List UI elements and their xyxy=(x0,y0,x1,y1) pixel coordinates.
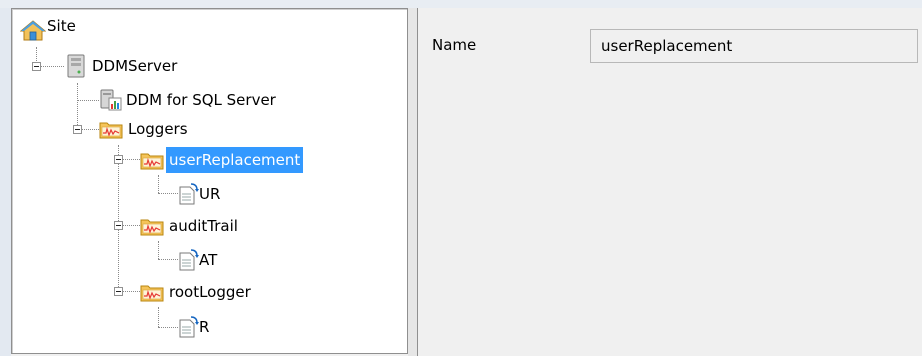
tree-connector xyxy=(158,259,178,260)
collapse-toggle-userreplacement[interactable] xyxy=(114,155,123,164)
panel-splitter[interactable] xyxy=(408,8,417,356)
tree-connector xyxy=(122,159,140,160)
properties-panel: Name xyxy=(417,8,922,356)
name-field[interactable] xyxy=(590,29,918,63)
logger-folder-icon xyxy=(140,153,164,170)
server-icon xyxy=(67,54,85,78)
collapse-toggle-audittrail[interactable] xyxy=(114,221,123,230)
tree-node-label-selected: userReplacement xyxy=(166,147,304,173)
tree-connector xyxy=(158,175,159,193)
tree-connector xyxy=(77,100,99,101)
tree-panel[interactable]: Site DDMServer DDM for SQL Server Logger… xyxy=(11,8,408,354)
tree-node-label: Site xyxy=(47,17,76,35)
tree-connector xyxy=(40,66,64,67)
tree-node-label: R xyxy=(199,318,210,336)
window-left-edge xyxy=(0,8,11,356)
tree-node-label: auditTrail xyxy=(169,217,238,235)
database-server-icon xyxy=(100,89,122,111)
tree-node-label: rootLogger xyxy=(169,283,251,301)
tree-connector xyxy=(158,327,178,328)
tree-connector xyxy=(118,145,119,295)
collapse-toggle-loggers[interactable] xyxy=(73,125,82,134)
tree-connector xyxy=(158,307,159,327)
logger-folder-icon xyxy=(140,219,164,236)
collapse-toggle-rootlogger[interactable] xyxy=(114,287,123,296)
tree-node-label: DDMServer xyxy=(92,57,178,75)
logger-folder-icon xyxy=(140,285,164,302)
home-icon xyxy=(20,20,46,41)
tree-connector xyxy=(158,193,178,194)
tree-connector xyxy=(122,291,140,292)
tree-connector xyxy=(158,241,159,259)
tree-connector xyxy=(81,129,99,130)
tree-node-label: UR xyxy=(199,185,221,203)
tree-node-label: Loggers xyxy=(128,120,188,138)
tree-node-label: AT xyxy=(199,251,218,269)
window-top-strip xyxy=(0,0,922,8)
name-label: Name xyxy=(432,36,477,54)
tree-connector xyxy=(122,225,140,226)
collapse-toggle-ddmserver[interactable] xyxy=(32,62,41,71)
logger-folder-icon xyxy=(99,122,123,139)
tree-node-label: DDM for SQL Server xyxy=(126,91,276,109)
